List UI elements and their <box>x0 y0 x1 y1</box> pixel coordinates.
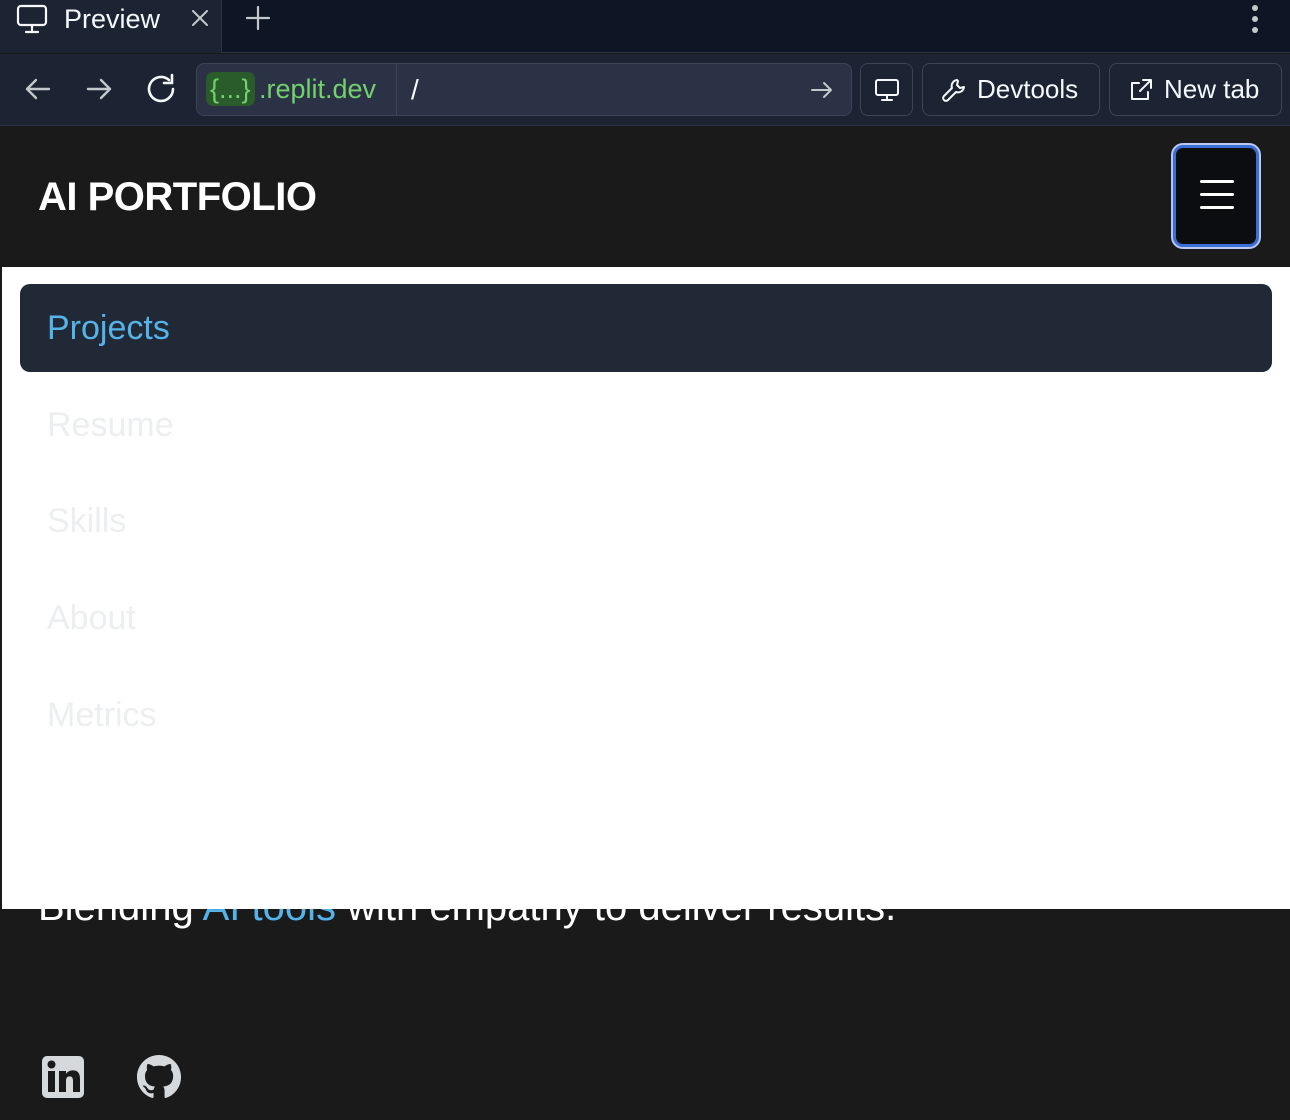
linkedin-icon[interactable] <box>40 1054 86 1100</box>
go-arrow-icon[interactable] <box>809 77 835 103</box>
nav-item-resume[interactable]: Resume <box>20 381 1272 469</box>
devtools-label: Devtools <box>977 74 1079 104</box>
new-tab-button[interactable]: New tab <box>1109 63 1282 116</box>
url-host: {...} .replit.dev <box>197 64 397 115</box>
tab-title: Preview <box>64 4 161 34</box>
external-link-icon <box>1131 79 1152 100</box>
hamburger-icon <box>1200 180 1234 183</box>
menu-toggle-button[interactable] <box>1173 145 1259 247</box>
url-domain: .replit.dev <box>259 74 377 104</box>
address-toolbar: {...} .replit.dev / Devtools New tab <box>0 54 1290 126</box>
monitor-icon <box>16 4 48 34</box>
tab-strip: Preview <box>0 0 1290 53</box>
nav-item-about[interactable]: About <box>20 574 1272 662</box>
nav-item-label: About <box>47 599 136 637</box>
mobile-nav-menu: Projects Resume Skills About Metrics <box>2 267 1290 909</box>
nav-item-label: Metrics <box>47 696 157 734</box>
github-icon[interactable] <box>136 1054 182 1100</box>
device-preview-button[interactable] <box>860 63 913 116</box>
plus-icon[interactable] <box>244 4 272 32</box>
close-icon[interactable] <box>189 7 211 29</box>
nav-item-skills[interactable]: Skills <box>20 477 1272 565</box>
browser-window: Preview {...} .replit.dev / Devtools New… <box>0 0 1290 1120</box>
monitor-icon <box>875 79 899 101</box>
url-path-input[interactable]: / <box>411 72 419 106</box>
site-logo[interactable]: AI PORTFOLIO <box>38 173 317 221</box>
url-host-chip: {...} <box>206 72 255 106</box>
reload-icon[interactable] <box>144 72 178 106</box>
more-menu-icon[interactable] <box>1244 3 1266 35</box>
nav-item-projects[interactable]: Projects <box>20 284 1272 372</box>
wrench-icon <box>942 79 965 102</box>
forward-arrow-icon[interactable] <box>82 72 116 106</box>
hamburger-icon <box>1200 206 1234 209</box>
url-bar[interactable]: {...} .replit.dev / <box>196 63 852 116</box>
back-arrow-icon[interactable] <box>21 72 55 106</box>
nav-item-label: Resume <box>47 406 174 444</box>
nav-item-label: Projects <box>47 309 170 347</box>
nav-item-metrics[interactable]: Metrics <box>20 671 1272 759</box>
new-tab-label: New tab <box>1164 74 1260 104</box>
nav-item-label: Skills <box>47 502 127 540</box>
site-header: AI PORTFOLIO <box>2 127 1290 267</box>
hamburger-icon <box>1200 193 1234 196</box>
tab-preview[interactable]: Preview <box>0 0 222 53</box>
devtools-button[interactable]: Devtools <box>922 63 1100 116</box>
